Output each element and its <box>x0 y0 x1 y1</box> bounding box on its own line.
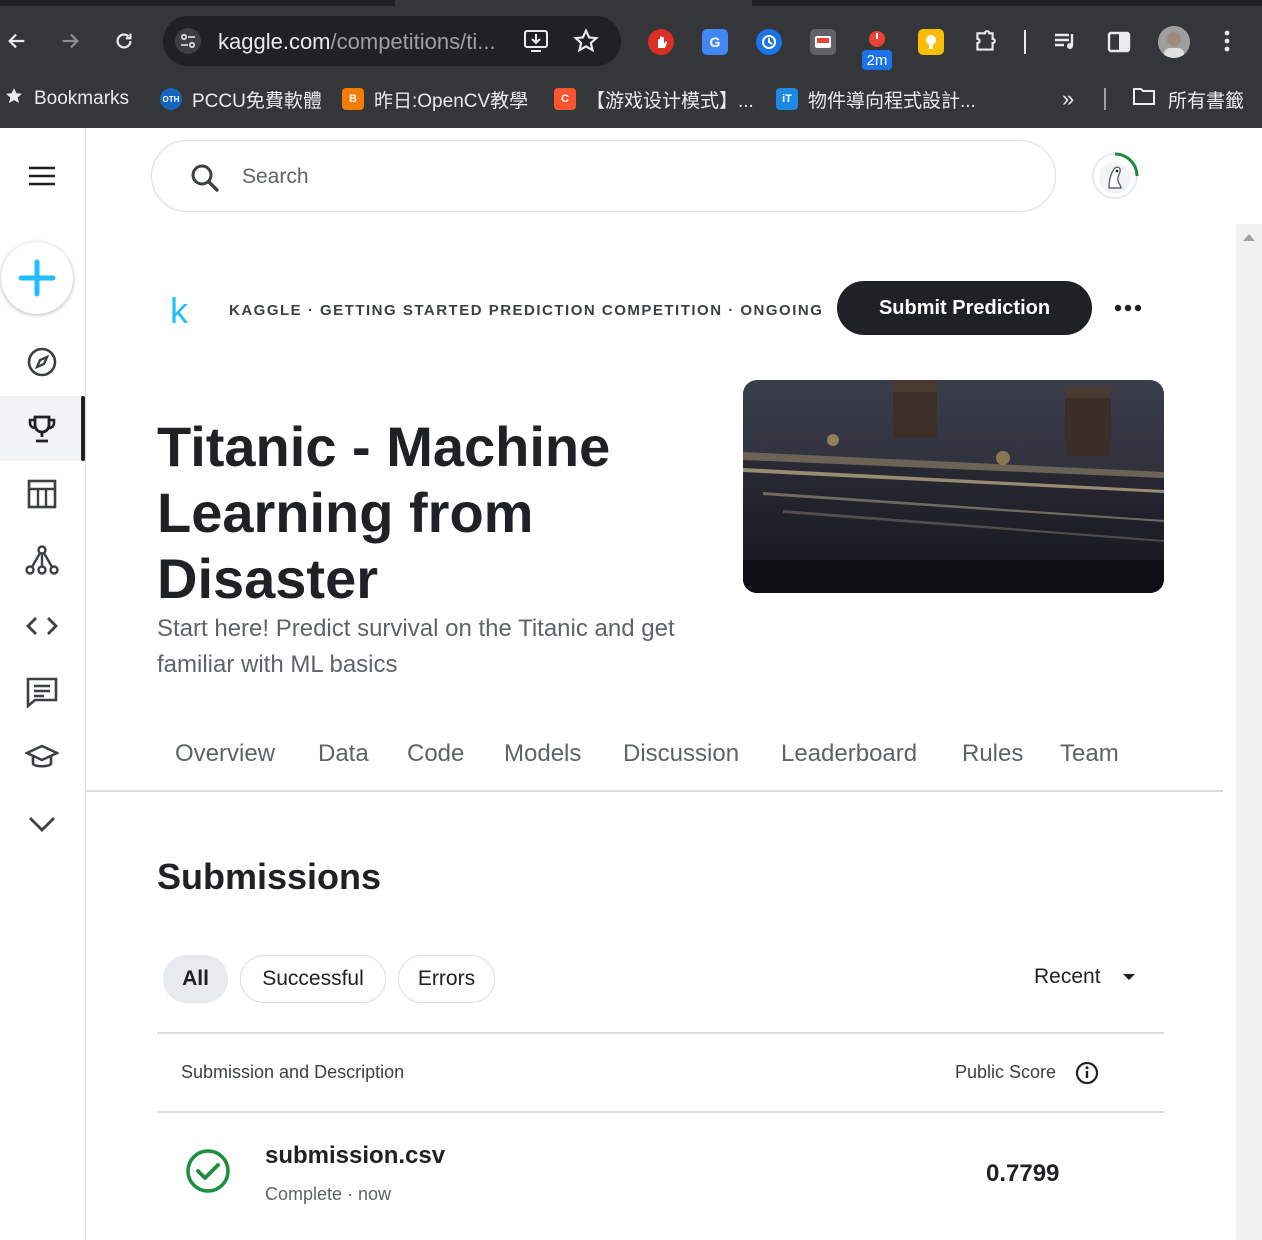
tab-team[interactable]: Team <box>1060 740 1119 768</box>
models-network-icon[interactable] <box>0 532 84 588</box>
learn-graduation-cap-icon[interactable] <box>0 730 84 786</box>
tab-leaderboard[interactable]: Leaderboard <box>781 740 917 768</box>
submission-filename[interactable]: submission.csv <box>265 1142 445 1170</box>
profile-avatar-icon[interactable] <box>1158 26 1190 58</box>
more-options-icon[interactable] <box>1110 292 1146 324</box>
bookmark-label: 物件導向程式設計... <box>808 90 976 112</box>
submission-status: Complete · now <box>265 1184 392 1204</box>
bookmark-label: 昨日:OpenCV教學 <box>374 90 529 112</box>
tab-models[interactable]: Models <box>504 740 581 768</box>
bookmark-star-icon[interactable] <box>573 28 599 59</box>
sort-dropdown[interactable]: Recent <box>1034 965 1135 989</box>
site-search-bar[interactable] <box>151 140 1056 212</box>
all-bookmarks-label: 所有書籤 <box>1168 90 1245 112</box>
competition-tabs: Overview Data Code Models Discussion Lea… <box>86 730 1223 792</box>
toolbar-divider <box>1024 30 1026 54</box>
bookmarks-overflow-button[interactable]: » <box>1062 86 1074 112</box>
search-icon <box>190 163 220 198</box>
search-input[interactable] <box>242 161 1002 193</box>
url-host: kaggle.com <box>218 29 331 54</box>
bookmark-oop[interactable]: iT 物件導向程式設計... <box>776 86 976 112</box>
more-chevron-down-icon[interactable] <box>0 796 84 852</box>
column-header-submission: Submission and Description <box>181 1062 405 1082</box>
explore-compass-icon[interactable] <box>0 334 84 390</box>
info-icon[interactable] <box>1075 1061 1099 1090</box>
competition-header-image <box>743 380 1164 593</box>
success-check-icon <box>185 1148 231 1199</box>
scroll-up-arrow-icon[interactable] <box>1243 234 1255 241</box>
public-score-value: 0.7799 <box>986 1160 1060 1187</box>
page-scrollbar[interactable] <box>1236 224 1262 1240</box>
timer-badge: 2m <box>862 50 892 70</box>
create-button[interactable] <box>1 242 73 314</box>
blogger-favicon: B <box>342 88 364 110</box>
bookmarks-bar: Bookmarks OTH PCCU免費軟體 B 昨日:OpenCV教學 C 【… <box>0 78 1262 118</box>
reload-icon[interactable] <box>109 26 139 56</box>
table-header-divider <box>157 1111 1164 1113</box>
browser-chrome: kaggle.com/competitions/ti... G 2m Bookm… <box>0 0 1262 128</box>
bookmarks-star-item[interactable]: Bookmarks <box>4 86 129 112</box>
bookmark-label: Bookmarks <box>34 88 130 109</box>
filter-all-chip[interactable]: All <box>163 955 228 1003</box>
folder-icon <box>1132 86 1156 112</box>
oth-favicon: OTH <box>160 88 182 110</box>
hamburger-menu-icon[interactable] <box>0 148 84 204</box>
tab-code[interactable]: Code <box>407 740 464 768</box>
left-nav-rail <box>0 128 86 1240</box>
screenshot-extension-icon[interactable] <box>810 29 836 55</box>
kaggle-logo[interactable]: k <box>170 290 188 332</box>
csdn-favicon: C <box>554 88 576 110</box>
competition-title: Titanic - Machine Learning from Disaster <box>157 415 611 610</box>
url-text: kaggle.com/competitions/ti... <box>218 29 496 55</box>
history-extension-icon[interactable] <box>756 29 782 55</box>
table-top-divider <box>157 1032 1164 1034</box>
bookmark-pccu[interactable]: OTH PCCU免費軟體 <box>160 86 322 112</box>
ithome-favicon: iT <box>776 88 798 110</box>
forward-icon[interactable] <box>55 26 85 56</box>
column-header-public-score: Public Score <box>955 1062 1057 1082</box>
caret-down-icon <box>1122 974 1135 980</box>
browser-toolbar: kaggle.com/competitions/ti... G 2m <box>0 12 1262 70</box>
all-bookmarks-button[interactable]: 所有書籤 <box>1132 86 1244 112</box>
url-path: /competitions/ti... <box>330 29 496 54</box>
code-brackets-icon[interactable] <box>0 598 84 654</box>
sort-label: Recent <box>1034 965 1101 988</box>
bookmark-opencv[interactable]: B 昨日:OpenCV教學 <box>342 86 528 112</box>
user-avatar[interactable] <box>1091 152 1139 200</box>
site-settings-icon[interactable] <box>175 28 201 54</box>
tab-strip-edge <box>752 0 1262 6</box>
discussions-comment-icon[interactable] <box>0 664 84 720</box>
submissions-heading: Submissions <box>157 856 382 897</box>
tab-strip-edge <box>0 0 395 6</box>
translate-extension-icon[interactable]: G <box>702 29 728 55</box>
tab-overview[interactable]: Overview <box>175 740 275 768</box>
competitions-trophy-icon[interactable] <box>0 396 84 461</box>
bookmark-label: 【游戏设计模式】... <box>586 90 754 112</box>
tab-data[interactable]: Data <box>318 740 369 768</box>
filter-successful-chip[interactable]: Successful <box>240 955 386 1003</box>
back-icon[interactable] <box>2 26 32 56</box>
submit-prediction-button[interactable]: Submit Prediction <box>837 281 1092 335</box>
side-panel-icon[interactable] <box>1106 29 1132 55</box>
competition-subtitle: Start here! Predict survival on the Tita… <box>157 615 675 678</box>
active-nav-indicator <box>81 396 85 461</box>
competition-breadcrumb: KAGGLE · GETTING STARTED PREDICTION COMP… <box>229 302 824 319</box>
address-bar[interactable]: kaggle.com/competitions/ti... <box>163 16 621 66</box>
star-icon <box>4 86 24 112</box>
keep-extension-icon[interactable] <box>918 29 944 55</box>
media-queue-icon[interactable] <box>1052 29 1078 55</box>
adblock-extension-icon[interactable] <box>648 29 674 55</box>
datasets-table-icon[interactable] <box>0 466 84 522</box>
chrome-menu-icon[interactable] <box>1212 26 1242 56</box>
plus-icon <box>18 259 56 297</box>
bookmark-label: PCCU免費軟體 <box>192 90 322 112</box>
filter-errors-chip[interactable]: Errors <box>398 955 495 1003</box>
bookmarks-divider <box>1104 88 1106 110</box>
bookmark-design-patterns[interactable]: C 【游戏设计模式】... <box>554 86 754 112</box>
install-app-icon[interactable] <box>523 28 551 59</box>
extensions-puzzle-icon[interactable] <box>972 29 998 55</box>
tab-discussion[interactable]: Discussion <box>623 740 739 768</box>
tab-rules[interactable]: Rules <box>962 740 1023 768</box>
